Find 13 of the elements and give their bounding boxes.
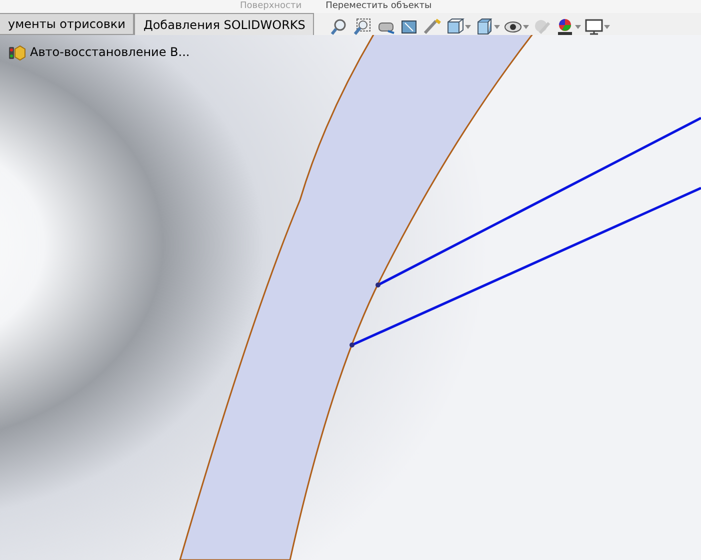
dropdown-caret-icon[interactable] [575, 25, 581, 29]
dropdown-caret-icon[interactable] [523, 25, 529, 29]
monitor-icon[interactable] [584, 17, 604, 37]
magnifier-icon[interactable] [353, 17, 373, 37]
color-ball-icon[interactable] [555, 17, 575, 37]
assembly-icon [8, 43, 26, 61]
dropdown-caret-icon[interactable] [465, 25, 471, 29]
tab[interactable]: Добавления SOLIDWORKS [134, 13, 314, 35]
ribbon-label[interactable]: Переместить объекты [326, 2, 432, 11]
dropdown-caret-icon[interactable] [604, 25, 610, 29]
dropdown-caret-icon[interactable] [494, 25, 500, 29]
tab[interactable]: ументы отрисовки [0, 13, 134, 35]
tree-item[interactable]: Авто-восстановление В... [30, 43, 190, 61]
